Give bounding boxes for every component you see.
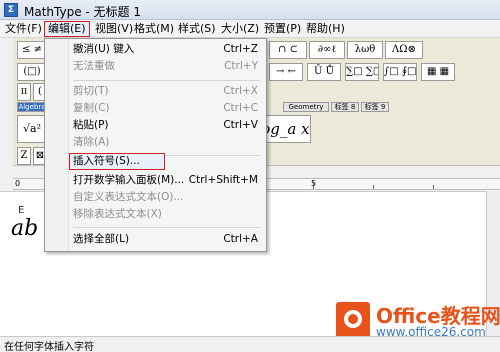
menu-view[interactable]: 视图(V) xyxy=(92,21,136,37)
matrix-templates-button[interactable]: ▦ ▦ xyxy=(421,63,455,81)
menu-item-insert-symbol[interactable]: 插入符号(S)... xyxy=(69,153,165,170)
accent-templates-button[interactable]: Ū Ů xyxy=(307,63,341,81)
office-logo-icon xyxy=(336,302,370,338)
mathtype-app-icon: Σ xyxy=(4,3,18,17)
menu-item-redo: 无法重做 Ctrl+Y xyxy=(73,60,258,72)
menu-bar: 文件(F) 编辑(E) 视图(V) 格式(M) 样式(S) 大小(Z) 预置(P… xyxy=(0,20,500,38)
tab-9[interactable]: 标签 9 xyxy=(361,102,389,112)
menu-item-undo[interactable]: 撤消(U) 键入 Ctrl+Z xyxy=(47,41,264,58)
menu-item-remove-expression-text: 移除表达式文本(X) xyxy=(73,208,162,220)
ruler-tick xyxy=(373,185,374,189)
arrow-templates-button[interactable]: → ← xyxy=(269,63,303,81)
title-bar: Σ MathType - 无标题 1 xyxy=(0,0,500,20)
integral-templates-button[interactable]: ∫□ ∮□ xyxy=(383,63,417,81)
menu-item-open-math-input-panel[interactable]: 打开数学输入面板(M)... Ctrl+Shift+M xyxy=(47,172,264,189)
menu-separator xyxy=(73,227,260,228)
menu-style[interactable]: 样式(S) xyxy=(175,21,219,37)
greek-lowercase-button[interactable]: λωθ xyxy=(347,41,383,59)
menu-item-clear: 清除(A) xyxy=(73,136,110,148)
menu-item-custom-expression-text: 自定义表达式文本(O)... xyxy=(73,191,184,203)
window-title: MathType - 无标题 1 xyxy=(24,5,141,19)
ruler-tick xyxy=(313,183,314,189)
status-text: 在任何字体插入字符 xyxy=(4,342,94,352)
ruler-label-0: 0 xyxy=(15,179,21,188)
menu-separator xyxy=(73,80,260,81)
menu-item-select-all[interactable]: 选择全部(L) Ctrl+A xyxy=(47,231,264,248)
menu-item-copy: 复制(C) Ctrl+C xyxy=(73,102,258,114)
menu-item-cut: 剪切(T) Ctrl+X xyxy=(73,85,258,97)
radical-template-button[interactable]: √a² xyxy=(17,115,47,143)
menu-edit[interactable]: 编辑(E) xyxy=(44,21,90,37)
menu-format[interactable]: 格式(M) xyxy=(131,21,177,37)
menu-preferences[interactable]: 预置(P) xyxy=(261,21,304,37)
ruler-tick xyxy=(433,185,434,189)
tab-algebra[interactable]: Algebra xyxy=(17,102,47,112)
status-bar: 在任何字体插入字符 xyxy=(0,336,500,352)
tab-geometry[interactable]: Geometry xyxy=(283,102,329,112)
edit-menu-dropdown: 撤消(U) 键入 Ctrl+Z 无法重做 Ctrl+Y 剪切(T) Ctrl+X… xyxy=(44,38,267,252)
tab-8[interactable]: 标签 8 xyxy=(331,102,359,112)
menu-help[interactable]: 帮助(H) xyxy=(303,21,348,37)
misc-symbols-button[interactable]: ∂∞ℓ xyxy=(309,41,345,59)
fence-templates-button[interactable]: (□) xyxy=(17,63,47,81)
sum-templates-button[interactable]: ∑□ ∑□ xyxy=(345,63,379,81)
greek-uppercase-button[interactable]: ΛΩ⊗ xyxy=(385,41,423,59)
menu-file[interactable]: 文件(F) xyxy=(2,21,45,37)
set-symbols-button[interactable]: ∩ ⊂ xyxy=(269,41,307,59)
relational-symbols-button[interactable]: ≤ ≠ xyxy=(17,41,47,59)
menu-item-paste[interactable]: 粘贴(P) Ctrl+V xyxy=(47,117,264,134)
greek-pi-button[interactable]: π xyxy=(17,83,31,101)
z-button[interactable]: Z xyxy=(17,147,31,165)
cursor-mark: E xyxy=(18,205,25,216)
menu-size[interactable]: 大小(Z) xyxy=(218,21,262,37)
equation-content[interactable]: ab xyxy=(11,216,38,241)
